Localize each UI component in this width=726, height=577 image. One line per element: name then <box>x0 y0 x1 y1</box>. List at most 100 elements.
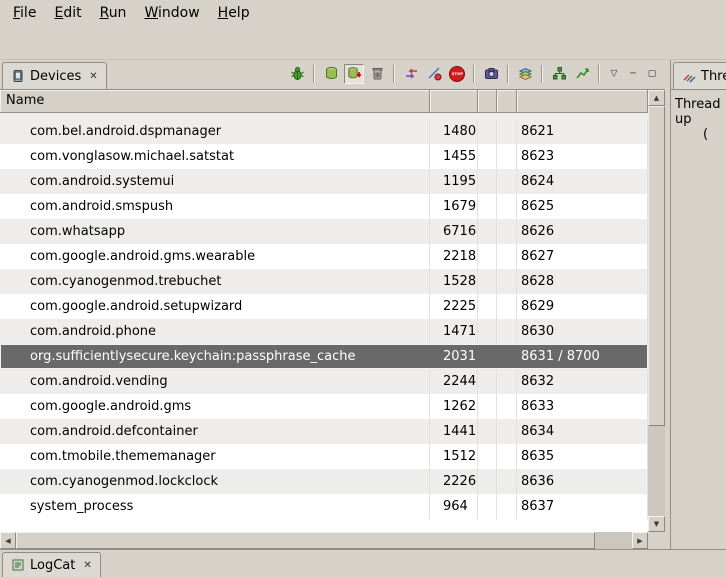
menu-item-run[interactable]: Run <box>91 1 136 25</box>
layers-icon[interactable] <box>515 64 535 84</box>
scroll-right-button[interactable]: ▶ <box>632 532 648 549</box>
debug-process-icon[interactable] <box>287 64 307 84</box>
cell-process-name: com.google.android.gms.wearable <box>0 244 430 269</box>
cell-process-name: com.cyanogenmod.lockclock <box>0 469 430 494</box>
devices-tabbar: Devices ✕ <box>0 60 665 90</box>
cell-process-name: com.cyanogenmod.trebuchet <box>0 269 430 294</box>
column-header-pid[interactable] <box>430 90 478 113</box>
cell-port: 8636 <box>517 469 648 494</box>
column-header-port[interactable] <box>517 90 648 113</box>
chart-icon[interactable] <box>572 64 592 84</box>
cell-col3 <box>478 269 497 294</box>
toolbar-separator <box>313 65 315 83</box>
cell-port: 8624 <box>517 169 648 194</box>
horizontal-scrollbar[interactable]: ◀ ▶ <box>0 532 648 549</box>
column-header-name-label: Name <box>6 93 44 108</box>
table-row[interactable]: com.bel.android.dspmanager14808621 <box>0 119 648 144</box>
table-row[interactable]: com.google.android.gms126238633 <box>0 394 648 419</box>
minimize-icon[interactable]: ─ <box>625 66 641 82</box>
toolbar-separator <box>393 65 395 83</box>
horizontal-scroll-track[interactable] <box>16 532 632 549</box>
update-heap-icon[interactable] <box>321 64 341 84</box>
update-threads-icon[interactable] <box>401 64 421 84</box>
tab-logcat[interactable]: LogCat ✕ <box>2 552 101 577</box>
table-row[interactable]: com.android.smspush16798625 <box>0 194 648 219</box>
vertical-scroll-track[interactable] <box>648 106 665 516</box>
threads-message-line1: Thread up <box>675 97 726 127</box>
tree-view-icon[interactable] <box>549 64 569 84</box>
cell-pid: 1528 <box>430 269 478 294</box>
screen-capture-icon[interactable] <box>481 64 501 84</box>
close-icon[interactable]: ✕ <box>82 560 92 571</box>
view-menu-chevron-icon[interactable]: ▽ <box>606 66 622 82</box>
cell-port: 8629 <box>517 294 648 319</box>
table-row[interactable]: com.android.vending224408632 <box>0 369 648 394</box>
cell-col3 <box>478 469 497 494</box>
method-profiling-icon[interactable] <box>424 64 444 84</box>
cell-col4 <box>497 194 517 219</box>
cell-col3 <box>478 419 497 444</box>
devices-view: Devices ✕ <box>0 60 665 549</box>
table-row[interactable]: com.google.android.gms.wearable221858627 <box>0 244 648 269</box>
table-row[interactable]: com.cyanogenmod.trebuchet15288628 <box>0 269 648 294</box>
column-header-col3[interactable] <box>478 90 497 113</box>
menu-bar: FileEditRunWindowHelp <box>0 0 726 26</box>
menu-item-window[interactable]: Window <box>135 1 208 25</box>
column-header-name[interactable]: Name <box>0 90 430 113</box>
tab-logcat-label: LogCat <box>30 558 75 573</box>
menu-item-file[interactable]: File <box>4 1 45 25</box>
table-row[interactable]: org.sufficientlysecure.keychain:passphra… <box>0 344 648 369</box>
table-row[interactable]: com.cyanogenmod.lockclock222658636 <box>0 469 648 494</box>
threads-tabbar: Threads <box>671 60 726 90</box>
cause-gc-icon[interactable] <box>367 64 387 84</box>
cell-port: 8625 <box>517 194 648 219</box>
table-row[interactable]: com.whatsapp67168626 <box>0 219 648 244</box>
table-row[interactable]: com.android.systemui11958624 <box>0 169 648 194</box>
tab-devices[interactable]: Devices ✕ <box>2 62 107 89</box>
cell-process-name: com.android.smspush <box>0 194 430 219</box>
table-row[interactable]: com.android.phone14718630 <box>0 319 648 344</box>
cell-pid: 22440 <box>430 369 478 394</box>
cell-pid: 1480 <box>430 119 478 144</box>
cell-pid: 1471 <box>430 319 478 344</box>
table-row[interactable]: com.tmobile.thememanager15128635 <box>0 444 648 469</box>
tab-threads[interactable]: Threads <box>673 62 726 89</box>
dump-hprof-icon[interactable] <box>344 64 364 84</box>
horizontal-scroll-thumb[interactable] <box>16 532 595 549</box>
scroll-down-button[interactable]: ▼ <box>648 516 665 532</box>
cell-port: 8634 <box>517 419 648 444</box>
table-header: Name <box>0 90 648 113</box>
threads-message: Thread up ( <box>671 90 726 549</box>
scroll-left-button[interactable]: ◀ <box>0 532 16 549</box>
table-row[interactable]: system_process9648637 <box>0 494 648 519</box>
threads-message-line2: ( <box>675 127 726 142</box>
cell-col4 <box>497 144 517 169</box>
vertical-scrollbar[interactable]: ▲ ▼ <box>648 90 665 532</box>
threads-view: Threads Thread up ( <box>670 60 726 549</box>
cell-col4 <box>497 269 517 294</box>
scroll-up-button[interactable]: ▲ <box>648 90 665 106</box>
vertical-scroll-thumb[interactable] <box>648 106 665 426</box>
column-header-col4[interactable] <box>497 90 517 113</box>
cell-col4 <box>497 369 517 394</box>
cell-process-name: com.google.android.gms <box>0 394 430 419</box>
table-row[interactable]: com.vonglasow.michael.satstat145538623 <box>0 144 648 169</box>
bottom-tab-bar: LogCat ✕ <box>0 549 726 577</box>
cell-pid: 1512 <box>430 444 478 469</box>
cell-col4 <box>497 344 517 369</box>
cell-port: 8627 <box>517 244 648 269</box>
cell-col3 <box>478 144 497 169</box>
close-icon[interactable]: ✕ <box>88 71 98 82</box>
cell-col3 <box>478 294 497 319</box>
maximize-icon[interactable]: ▢ <box>644 66 660 82</box>
scrollbar-corner <box>648 532 665 549</box>
cell-col3 <box>478 194 497 219</box>
stop-process-icon[interactable]: STOP <box>447 64 467 84</box>
table-row[interactable]: com.android.defcontainer144118634 <box>0 419 648 444</box>
cell-pid: 6716 <box>430 219 478 244</box>
menu-item-help[interactable]: Help <box>209 1 259 25</box>
table-row[interactable]: com.google.android.setupwizard222508629 <box>0 294 648 319</box>
menu-item-edit[interactable]: Edit <box>45 1 90 25</box>
cell-col3 <box>478 344 497 369</box>
cell-col3 <box>478 369 497 394</box>
